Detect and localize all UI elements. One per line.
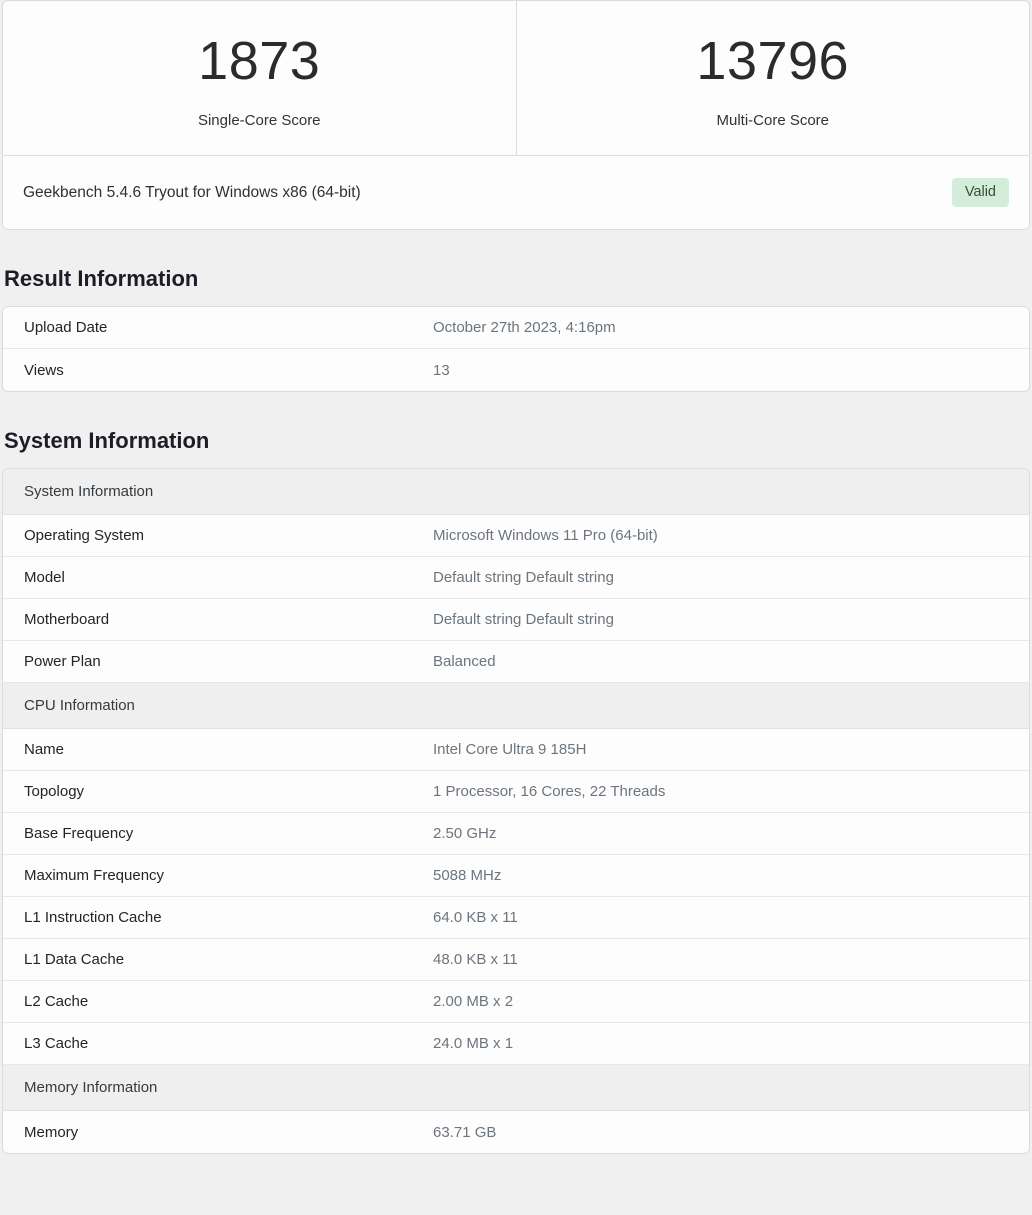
row-label: Topology: [3, 783, 433, 800]
row-value: 48.0 KB x 11: [433, 951, 1029, 968]
table-row: L2 Cache2.00 MB x 2: [3, 981, 1029, 1023]
table-section-header: Memory Information: [3, 1065, 1029, 1111]
table-row: MotherboardDefault string Default string: [3, 599, 1029, 641]
row-value: 2.00 MB x 2: [433, 993, 1029, 1010]
single-core-score-cell: 1873 Single-Core Score: [3, 1, 516, 155]
table-row: Operating SystemMicrosoft Windows 11 Pro…: [3, 515, 1029, 557]
multi-core-score-value: 13796: [696, 33, 849, 90]
row-label: Name: [3, 741, 433, 758]
table-row: L1 Data Cache48.0 KB x 11: [3, 939, 1029, 981]
row-label: Model: [3, 569, 433, 586]
row-label: Memory: [3, 1124, 433, 1141]
score-summary-card: 1873 Single-Core Score 13796 Multi-Core …: [2, 0, 1030, 156]
row-label: Operating System: [3, 527, 433, 544]
benchmark-title: Geekbench 5.4.6 Tryout for Windows x86 (…: [23, 184, 361, 202]
row-label: Maximum Frequency: [3, 867, 433, 884]
section-header-label: System Information: [3, 483, 433, 500]
result-information-heading: Result Information: [4, 266, 1030, 292]
table-row: L1 Instruction Cache64.0 KB x 11: [3, 897, 1029, 939]
single-core-score-value: 1873: [198, 33, 320, 90]
row-value: Intel Core Ultra 9 185H: [433, 741, 1029, 758]
row-label: Power Plan: [3, 653, 433, 670]
section-header-label: Memory Information: [3, 1079, 433, 1096]
row-label: Base Frequency: [3, 825, 433, 842]
row-label: Upload Date: [3, 319, 433, 336]
row-label: L2 Cache: [3, 993, 433, 1010]
table-section-header: CPU Information: [3, 683, 1029, 729]
row-value: 64.0 KB x 11: [433, 909, 1029, 926]
single-core-score-label: Single-Core Score: [198, 112, 321, 129]
system-information-heading: System Information: [4, 428, 1030, 454]
table-row: Upload DateOctober 27th 2023, 4:16pm: [3, 307, 1029, 349]
benchmark-title-bar: Geekbench 5.4.6 Tryout for Windows x86 (…: [2, 156, 1030, 230]
table-row: Maximum Frequency5088 MHz: [3, 855, 1029, 897]
row-value: 13: [433, 362, 1029, 379]
table-row: Views13: [3, 349, 1029, 391]
row-value: 63.71 GB: [433, 1124, 1029, 1141]
table-row: ModelDefault string Default string: [3, 557, 1029, 599]
row-label: L1 Instruction Cache: [3, 909, 433, 926]
row-value: 5088 MHz: [433, 867, 1029, 884]
row-value: 24.0 MB x 1: [433, 1035, 1029, 1052]
benchmark-result-page: 1873 Single-Core Score 13796 Multi-Core …: [0, 0, 1032, 1154]
row-value: October 27th 2023, 4:16pm: [433, 319, 1029, 336]
row-value: Default string Default string: [433, 611, 1029, 628]
section-header-label: CPU Information: [3, 697, 433, 714]
row-label: L1 Data Cache: [3, 951, 433, 968]
row-label: L3 Cache: [3, 1035, 433, 1052]
table-row: Power PlanBalanced: [3, 641, 1029, 683]
row-value: 2.50 GHz: [433, 825, 1029, 842]
row-label: Views: [3, 362, 433, 379]
row-label: Motherboard: [3, 611, 433, 628]
row-value: Default string Default string: [433, 569, 1029, 586]
status-badge: Valid: [952, 178, 1009, 207]
result-information-table: Upload DateOctober 27th 2023, 4:16pmView…: [2, 306, 1030, 392]
table-row: Base Frequency2.50 GHz: [3, 813, 1029, 855]
table-row: Memory63.71 GB: [3, 1111, 1029, 1153]
table-row: NameIntel Core Ultra 9 185H: [3, 729, 1029, 771]
system-information-table: System Information Operating SystemMicros…: [2, 468, 1030, 1154]
table-row: Topology1 Processor, 16 Cores, 22 Thread…: [3, 771, 1029, 813]
row-value: 1 Processor, 16 Cores, 22 Threads: [433, 783, 1029, 800]
table-row: L3 Cache24.0 MB x 1: [3, 1023, 1029, 1065]
row-value: Balanced: [433, 653, 1029, 670]
multi-core-score-cell: 13796 Multi-Core Score: [516, 1, 1030, 155]
table-section-header: System Information: [3, 469, 1029, 515]
row-value: Microsoft Windows 11 Pro (64-bit): [433, 527, 1029, 544]
multi-core-score-label: Multi-Core Score: [716, 112, 829, 129]
